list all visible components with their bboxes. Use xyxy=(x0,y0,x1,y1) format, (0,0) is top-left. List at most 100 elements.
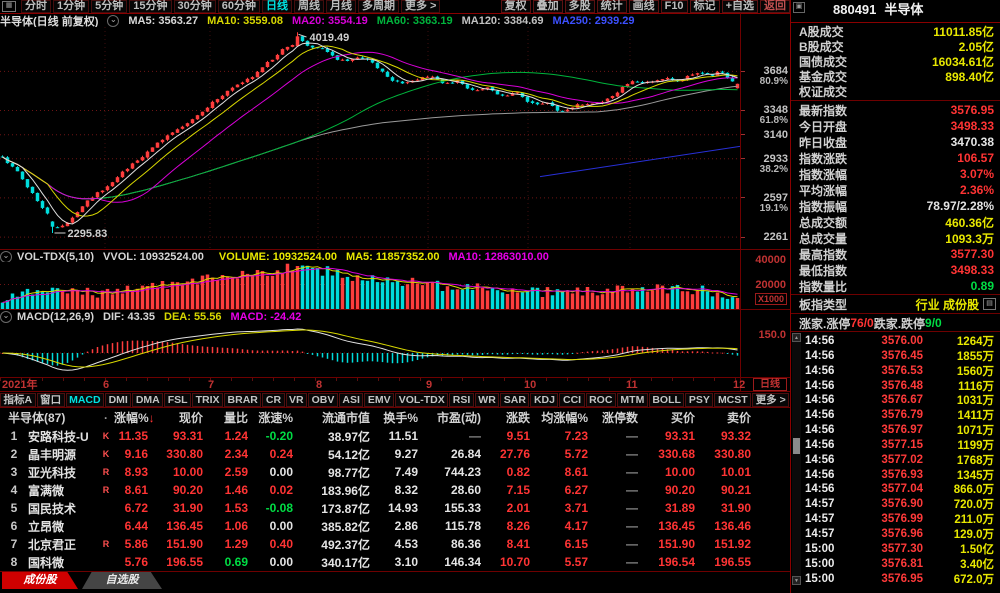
indicator-tab[interactable]: ROC xyxy=(586,393,616,407)
svg-text:4019.49: 4019.49 xyxy=(310,32,350,44)
column-header[interactable]: 涨跌 xyxy=(483,409,532,426)
row-cell: 1.29 xyxy=(205,537,250,551)
column-header[interactable]: 涨速% xyxy=(250,409,295,426)
row-cell: 10.00 xyxy=(150,465,205,479)
toolbar-button[interactable]: F10 xyxy=(661,0,688,13)
toolbar-button[interactable]: 复权 xyxy=(501,0,531,13)
column-header[interactable]: 均涨幅% xyxy=(532,409,590,426)
panel-row-label: 总成交量 xyxy=(799,230,847,247)
row-cell: 9.16 xyxy=(114,447,150,461)
toolbar-button[interactable]: 返回 xyxy=(760,0,790,13)
table-row[interactable]: 4富满微R8.6190.201.460.02183.96亿8.3228.607.… xyxy=(0,481,790,499)
collapse-chevron-icon[interactable]: ⌄ xyxy=(107,15,119,27)
indicator-tab[interactable]: BRAR xyxy=(224,393,261,407)
volume-chart[interactable] xyxy=(0,262,740,309)
indicator-tab[interactable]: WR xyxy=(475,393,500,407)
table-row[interactable]: 5国民技术6.7231.901.53-0.08173.87亿14.93155.3… xyxy=(0,499,790,517)
toolbar-button[interactable]: 标记 xyxy=(690,0,720,13)
period-tab[interactable]: 周线 xyxy=(294,0,324,13)
tick-row: 14:563576.931345万 xyxy=(801,467,1000,482)
column-header[interactable]: 量比 xyxy=(205,409,250,426)
indicator-tab[interactable]: OBV xyxy=(308,393,338,407)
board-type-row: 板指类型 行业 成份股 ▤ xyxy=(791,296,1000,312)
indicator-tab[interactable]: KDJ xyxy=(530,393,558,407)
column-header[interactable]: 换手% xyxy=(372,409,420,426)
column-header[interactable]: 流通市值 xyxy=(295,409,372,426)
indicator-tab[interactable]: ASI xyxy=(339,393,364,407)
indicator-tab[interactable]: CR xyxy=(262,393,284,407)
period-tab[interactable]: 分时 xyxy=(21,0,51,13)
period-tab[interactable]: 5分钟 xyxy=(91,0,127,13)
indicator-tab[interactable]: 更多 > xyxy=(752,393,789,407)
indicator-tab[interactable]: VR xyxy=(286,393,308,407)
indicator-tab[interactable]: DMI xyxy=(105,393,131,407)
tick-scrollbar[interactable]: ▲ ▼ xyxy=(792,333,801,585)
indicator-tab[interactable]: MTM xyxy=(617,393,648,407)
board-list-icon[interactable]: ▤ xyxy=(983,298,996,310)
indicator-tab[interactable]: TRIX xyxy=(192,393,223,407)
indicator-tab[interactable]: FSL xyxy=(164,393,191,407)
table-row[interactable]: 2晶丰明源K9.16330.802.340.2454.12亿9.2726.842… xyxy=(0,445,790,463)
tick-volume: 1560万 xyxy=(923,363,994,379)
stock-table: 半导体(87)·涨幅%↓现价量比涨速%流通市值换手%市盈(动)涨跌均涨幅%涨停数… xyxy=(0,408,790,571)
toolbar-button[interactable]: 多股 xyxy=(565,0,595,13)
table-row[interactable]: 8国科微5.76196.550.690.00340.17亿3.10146.341… xyxy=(0,553,790,571)
tick-row: 14:563576.671031万 xyxy=(801,392,1000,407)
tick-price: 3576.90 xyxy=(847,498,923,510)
period-box[interactable]: 日线 xyxy=(753,378,787,391)
row-seq: 7 xyxy=(0,537,28,551)
table-row[interactable]: 6立昂微6.44136.451.060.00385.82亿2.86115.788… xyxy=(0,517,790,535)
scroll-down-icon[interactable]: ▼ xyxy=(792,576,801,585)
indicator-tab[interactable]: MCST xyxy=(714,393,751,407)
toolbar-button[interactable]: 叠加 xyxy=(533,0,563,13)
axis-tick xyxy=(741,134,745,135)
column-header[interactable]: 市盈(动) xyxy=(420,409,483,426)
collapse-chevron-icon[interactable]: ⌄ xyxy=(0,311,12,323)
indicator-tab[interactable]: 指标A xyxy=(0,393,36,407)
toolbar-button[interactable]: +自选 xyxy=(722,0,758,13)
indicator-tab[interactable]: CCI xyxy=(559,393,584,407)
row-cell: 4.53 xyxy=(372,537,420,551)
row-cell: 3.10 xyxy=(372,555,420,569)
table-row[interactable]: 3亚光科技R8.9310.002.590.0098.77亿7.49744.230… xyxy=(0,463,790,481)
column-header[interactable]: 现价 xyxy=(150,409,205,426)
macd-chart[interactable] xyxy=(0,324,740,377)
period-tab[interactable]: 更多 > xyxy=(401,0,440,13)
board-type-value[interactable]: 行业 成份股 xyxy=(916,296,979,313)
period-tab[interactable]: 60分钟 xyxy=(218,0,260,13)
period-tab[interactable]: 多周期 xyxy=(358,0,399,13)
indicator-tab[interactable]: BOLL xyxy=(649,393,685,407)
toolbar-button[interactable]: 画线 xyxy=(629,0,659,13)
table-row[interactable]: 7北京君正R5.86151.901.290.40492.37亿4.5386.36… xyxy=(0,535,790,553)
indicator-tab[interactable]: SAR xyxy=(500,393,529,407)
panel-row-label: 最新指数 xyxy=(799,102,847,119)
kline-chart[interactable]: 4019.492295.83 xyxy=(0,27,740,250)
tick-price: 3577.30 xyxy=(847,543,923,555)
scroll-thumb[interactable] xyxy=(793,438,800,454)
indicator-tab[interactable]: VOL-TDX xyxy=(395,393,448,407)
period-tab[interactable]: 15分钟 xyxy=(129,0,171,13)
tick-row: 15:003577.301.50亿 xyxy=(801,541,1000,556)
indicator-tab[interactable]: DMA xyxy=(132,393,163,407)
toolbar-button[interactable]: 统计 xyxy=(597,0,627,13)
indicator-tab[interactable]: MACD xyxy=(66,393,105,407)
indicator-tab[interactable]: EMV xyxy=(364,393,394,407)
period-tab[interactable]: 1分钟 xyxy=(53,0,89,13)
column-header[interactable]: 买价 xyxy=(640,409,697,426)
column-header[interactable]: 涨幅%↓ xyxy=(114,409,150,426)
column-header[interactable]: 卖价 xyxy=(697,409,753,426)
table-row[interactable]: 1安路科技-UK11.3593.311.24-0.2038.97亿11.51—9… xyxy=(0,427,790,445)
bottom-tab-2[interactable]: 自选股 xyxy=(82,572,162,589)
indicator-tab[interactable]: PSY xyxy=(685,393,713,407)
period-tab[interactable]: 日线 xyxy=(262,0,292,13)
layout-grid-icon[interactable]: ▦ xyxy=(2,1,16,12)
period-tab[interactable]: 30分钟 xyxy=(174,0,216,13)
column-header[interactable]: 涨停数 xyxy=(590,409,640,426)
indicator-tab[interactable]: RSI xyxy=(449,393,474,407)
tick-time: 14:56 xyxy=(805,424,847,436)
bottom-tab-1[interactable]: 成份股 xyxy=(2,572,78,589)
indicator-tab[interactable]: 窗口 xyxy=(37,393,65,407)
scroll-up-icon[interactable]: ▲ xyxy=(792,333,801,342)
period-tab[interactable]: 月线 xyxy=(326,0,356,13)
tick-price: 3576.97 xyxy=(847,424,923,436)
